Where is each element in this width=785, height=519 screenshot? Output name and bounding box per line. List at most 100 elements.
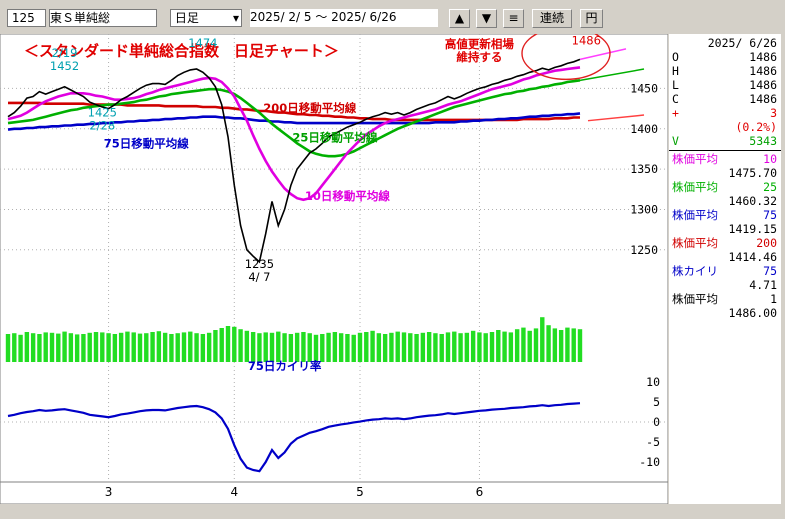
volume-bar [301, 332, 306, 362]
volume-bar [420, 332, 426, 362]
volume-bar [483, 333, 488, 362]
volume-bar [93, 332, 99, 362]
chart-annotation: 1486 [572, 34, 601, 47]
volume-bar [320, 334, 325, 362]
kairi-tick-label: -10 [639, 455, 660, 469]
month-label: 6 [476, 485, 484, 499]
volume-bar [188, 331, 193, 362]
volume-bar [326, 332, 331, 362]
volume-bar [12, 333, 17, 362]
volume-bar [213, 330, 218, 362]
volume-bar [156, 331, 162, 362]
volume-bar [276, 331, 281, 362]
menu-button[interactable]: ≡ [503, 9, 524, 28]
volume-bar [439, 334, 444, 362]
chart-annotation: 75日カイリ率 [248, 359, 322, 373]
name-field[interactable]: 東Ｓ単純総 [49, 9, 157, 27]
volume-bar [219, 328, 224, 362]
volume-bar [345, 334, 350, 362]
volume-bar [288, 334, 294, 362]
volume-bar [496, 330, 501, 362]
yen-button[interactable]: 円 [580, 9, 603, 28]
volume-bar [131, 332, 136, 362]
volume-bar [389, 332, 394, 362]
volume-bar [257, 333, 262, 362]
up-button[interactable]: ▲ [449, 9, 470, 28]
renzoku-button[interactable]: 連続 [532, 9, 572, 28]
volume-bar [49, 332, 55, 362]
volume-bar [250, 332, 256, 362]
code-field[interactable]: 125 [7, 9, 46, 27]
volume-bar [118, 332, 124, 362]
month-label: 5 [356, 485, 364, 499]
chart-annotation: 維持する [456, 50, 502, 64]
indicator-value: 1414.46 [728, 250, 777, 264]
info-separator [669, 150, 781, 151]
volume-bar [37, 334, 42, 362]
volume-bar [81, 334, 86, 362]
volume-bar [357, 332, 363, 362]
volume-bar [24, 332, 30, 362]
date-range: 2025/ 2/ 5 ～ 2025/ 6/26 [250, 9, 438, 27]
volume-bar [106, 333, 111, 362]
volume-bar [364, 332, 369, 362]
info-panel: 2025/ 6/26 O 1486 H 1486 L 1486 C 1486 +3 (0.2%… [669, 34, 781, 504]
volume-bar [200, 334, 206, 362]
volume-bar [74, 334, 80, 362]
chevron-down-icon: ▾ [232, 11, 239, 25]
indicator-label: 株価平均 10 [672, 152, 777, 166]
indicator-label: 株カイリ 75 [672, 264, 777, 278]
chart-annotation: 75日移動平均線 [104, 136, 190, 150]
volume-bar [351, 334, 356, 362]
indicator-label: 株価平均 1 [672, 292, 777, 306]
ohlc-o: O 1486 [672, 50, 777, 64]
indicator-value: 1486.00 [728, 306, 777, 320]
volume-bar [30, 333, 36, 362]
chart-annotation: 高値更新相場 [445, 37, 514, 51]
ohlc-h: H 1486 [672, 64, 777, 78]
volume-bar [558, 330, 564, 362]
toolbar: 125 東Ｓ単純総 日足 ▾ 2025/ 2/ 5 ～ 2025/ 6/26 ▲… [0, 0, 785, 34]
period-select[interactable]: 日足 ▾ [170, 9, 242, 27]
volume-bar [382, 334, 388, 362]
change-pct: (0.2%) [735, 120, 777, 134]
volume-bar [552, 328, 558, 362]
volume-bar [502, 331, 507, 362]
chart-annotation: 25日移動平均線 [292, 131, 378, 145]
volume-bar [263, 332, 268, 362]
indicator-value: 1419.15 [728, 222, 777, 236]
volume-bar [313, 334, 319, 362]
indicator-label: 株価平均 25 [672, 180, 777, 194]
volume-bar [571, 328, 576, 362]
volume-bar [282, 333, 287, 362]
volume-bar [414, 334, 419, 362]
volume-bar [433, 333, 438, 362]
volume-bar [56, 333, 61, 362]
volume-bar [194, 333, 199, 362]
volume-row: V 5343 [672, 134, 777, 148]
volume-bar [18, 334, 23, 362]
volume-bar [514, 329, 520, 362]
price-tick-label: 1450 [630, 81, 658, 95]
volume-bar [458, 333, 463, 362]
indicator-value: 4.71 [749, 278, 777, 292]
volume-bar [477, 332, 482, 362]
indicator-label: 株価平均 200 [672, 236, 777, 250]
volume-bar [546, 325, 551, 362]
volume-bar [181, 332, 187, 362]
chart-annotation: 1235 [245, 257, 274, 271]
down-button[interactable]: ▼ [476, 9, 497, 28]
volume-bar [452, 331, 457, 362]
volume-bar [100, 332, 105, 362]
volume-bar [521, 327, 526, 362]
volume-bar [43, 332, 48, 362]
period-value: 日足 [174, 11, 199, 25]
chart-annotation: 2/28 [89, 119, 115, 133]
volume-bar [232, 326, 237, 362]
volume-bar [464, 332, 470, 362]
ohlc-c: C 1486 [672, 92, 777, 106]
volume-bar [307, 333, 312, 362]
price-tick-label: 1300 [630, 202, 658, 216]
volume-bar [445, 332, 451, 362]
volume-bar [68, 333, 74, 362]
